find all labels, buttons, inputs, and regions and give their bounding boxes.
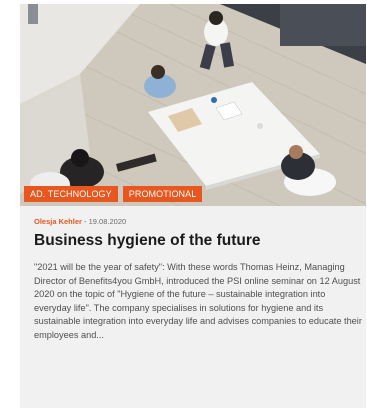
publish-date: 19.08.2020 [88,217,127,226]
tag-promotional[interactable]: PROMOTIONAL [122,186,203,202]
article-card[interactable]: AD. TECHNOLOGY PROMOTIONAL Olesja Kehler… [20,4,366,408]
article-title[interactable]: Business hygiene of the future [34,232,354,250]
author-name[interactable]: Olesja Kehler [34,217,82,226]
tag-ad-technology[interactable]: AD. TECHNOLOGY [24,186,118,202]
article-excerpt: "2021 will be the year of safety": With … [34,262,362,340]
meta-separator: - [81,217,89,226]
category-tags: AD. TECHNOLOGY PROMOTIONAL [24,186,203,202]
article-meta: Olesja Kehler - 19.08.2020 [34,217,126,226]
meeting-photo [20,4,366,206]
article-image[interactable] [20,4,366,206]
